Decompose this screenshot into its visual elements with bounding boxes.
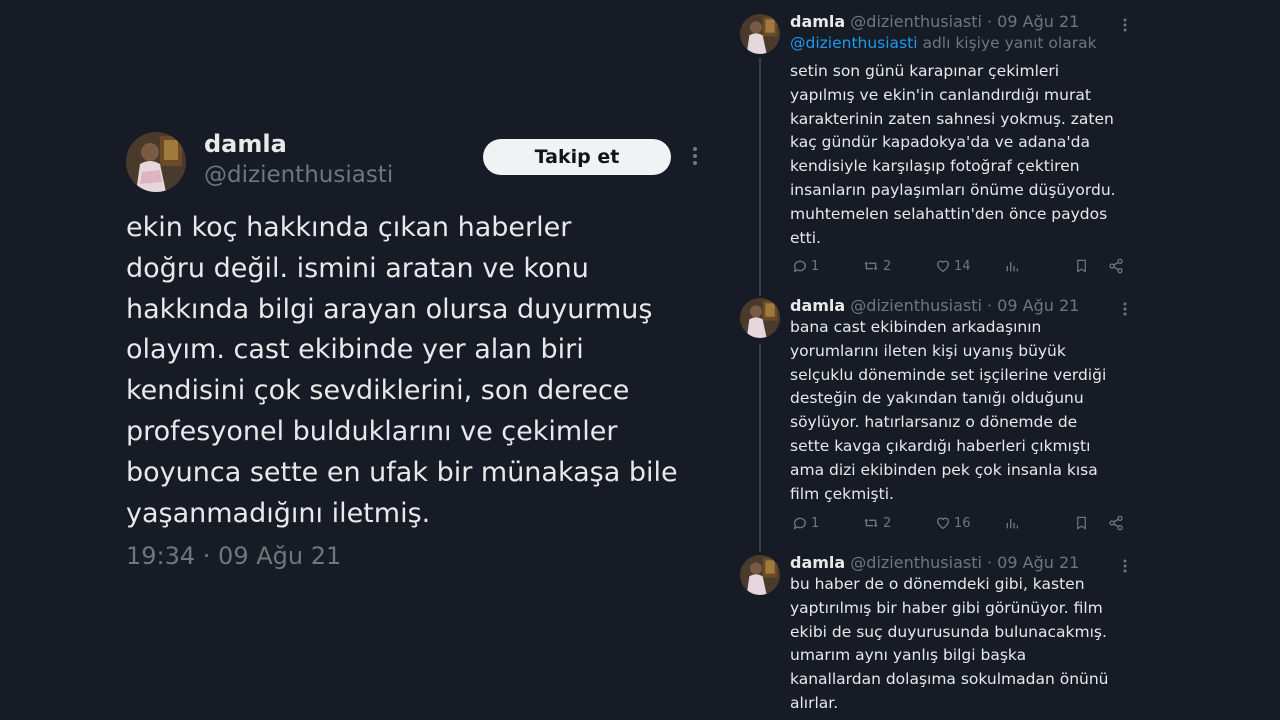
reply-count: 1	[811, 258, 820, 274]
author-name[interactable]: damla	[790, 12, 845, 31]
author-meta[interactable]: @dizienthusiasti · 09 Ağu 21	[850, 296, 1079, 315]
like-count: 14	[954, 258, 971, 274]
like-button[interactable]: 14	[935, 258, 971, 274]
comment-icon	[793, 517, 806, 530]
retweet-icon	[864, 261, 878, 271]
avatar[interactable]	[740, 555, 780, 595]
analytics-icon	[1006, 519, 1018, 529]
tweet-actions: 1 2 14	[790, 258, 1130, 278]
heart-icon	[936, 517, 950, 530]
author-name[interactable]: damla	[790, 296, 845, 315]
bookmark-button[interactable]	[1074, 258, 1089, 274]
analytics-icon	[1006, 262, 1018, 272]
avatar-image	[740, 14, 780, 54]
reply-text: setin son günü karapınar çekimleri yapıl…	[790, 62, 1116, 247]
views-button[interactable]	[1004, 515, 1020, 531]
share-icon	[1109, 515, 1123, 531]
more-vertical-icon[interactable]	[1121, 16, 1129, 34]
follow-button[interactable]: Takip et	[483, 139, 671, 175]
reply-header: damla @dizienthusiasti · 09 Ağu 21	[790, 12, 1079, 31]
avatar-image	[740, 298, 780, 338]
reply-count: 1	[811, 515, 820, 531]
retweet-button[interactable]: 2	[862, 258, 891, 274]
author-meta[interactable]: @dizienthusiasti · 09 Ağu 21	[850, 553, 1079, 572]
author-meta[interactable]: @dizienthusiasti · 09 Ağu 21	[850, 12, 1079, 31]
tweet-timestamp[interactable]: 19:34 · 09 Ağu 21	[126, 542, 341, 570]
reply-to-suffix: adlı kişiye yanıt olarak	[917, 34, 1097, 52]
share-button[interactable]	[1108, 515, 1124, 531]
bookmark-icon	[1077, 259, 1086, 273]
retweet-icon	[864, 518, 878, 528]
reply-to-link[interactable]: @dizienthusiasti	[790, 34, 918, 52]
reply-button[interactable]: 1	[792, 258, 819, 274]
views-button[interactable]	[1004, 258, 1020, 274]
reply-header: damla @dizienthusiasti · 09 Ağu 21	[790, 296, 1079, 315]
reply-button[interactable]: 1	[792, 515, 819, 531]
comment-icon	[793, 260, 806, 273]
author-handle[interactable]: @dizienthusiasti	[204, 162, 393, 188]
retweet-button[interactable]: 2	[862, 515, 891, 531]
avatar-image	[126, 132, 186, 192]
like-count: 16	[954, 515, 971, 531]
bookmark-icon	[1077, 516, 1086, 530]
reply-text: bana cast ekibinden arkadaşının yorumlar…	[790, 318, 1107, 503]
retweet-count: 2	[883, 258, 892, 274]
tweet-actions: 1 2 16	[790, 515, 1130, 535]
reply-context: @dizienthusiasti adlı kişiye yanıt olara…	[790, 34, 1097, 52]
reply-header: damla @dizienthusiasti · 09 Ağu 21	[790, 553, 1079, 572]
bookmark-button[interactable]	[1074, 515, 1089, 531]
reply-tweet: damla @dizienthusiasti · 09 Ağu 21 bu ha…	[740, 553, 1140, 720]
reply-tweet: damla @dizienthusiasti · 09 Ağu 21 bana …	[740, 296, 1140, 540]
reply-tweet: damla @dizienthusiasti · 09 Ağu 21 @dizi…	[740, 12, 1140, 282]
retweet-count: 2	[883, 515, 892, 531]
avatar-image	[740, 555, 780, 595]
avatar[interactable]	[740, 298, 780, 338]
avatar[interactable]	[740, 14, 780, 54]
share-icon	[1109, 258, 1123, 274]
avatar[interactable]	[126, 132, 186, 192]
heart-icon	[936, 260, 950, 273]
share-button[interactable]	[1108, 258, 1124, 274]
author-name[interactable]: damla	[204, 130, 287, 158]
author-name[interactable]: damla	[790, 553, 845, 572]
tweet-text: ekin koç hakkında çıkan haberler doğru d…	[126, 212, 678, 529]
reply-text: bu haber de o dönemdeki gibi, kasten yap…	[790, 575, 1109, 712]
like-button[interactable]: 16	[935, 515, 971, 531]
more-vertical-icon[interactable]	[688, 144, 702, 168]
